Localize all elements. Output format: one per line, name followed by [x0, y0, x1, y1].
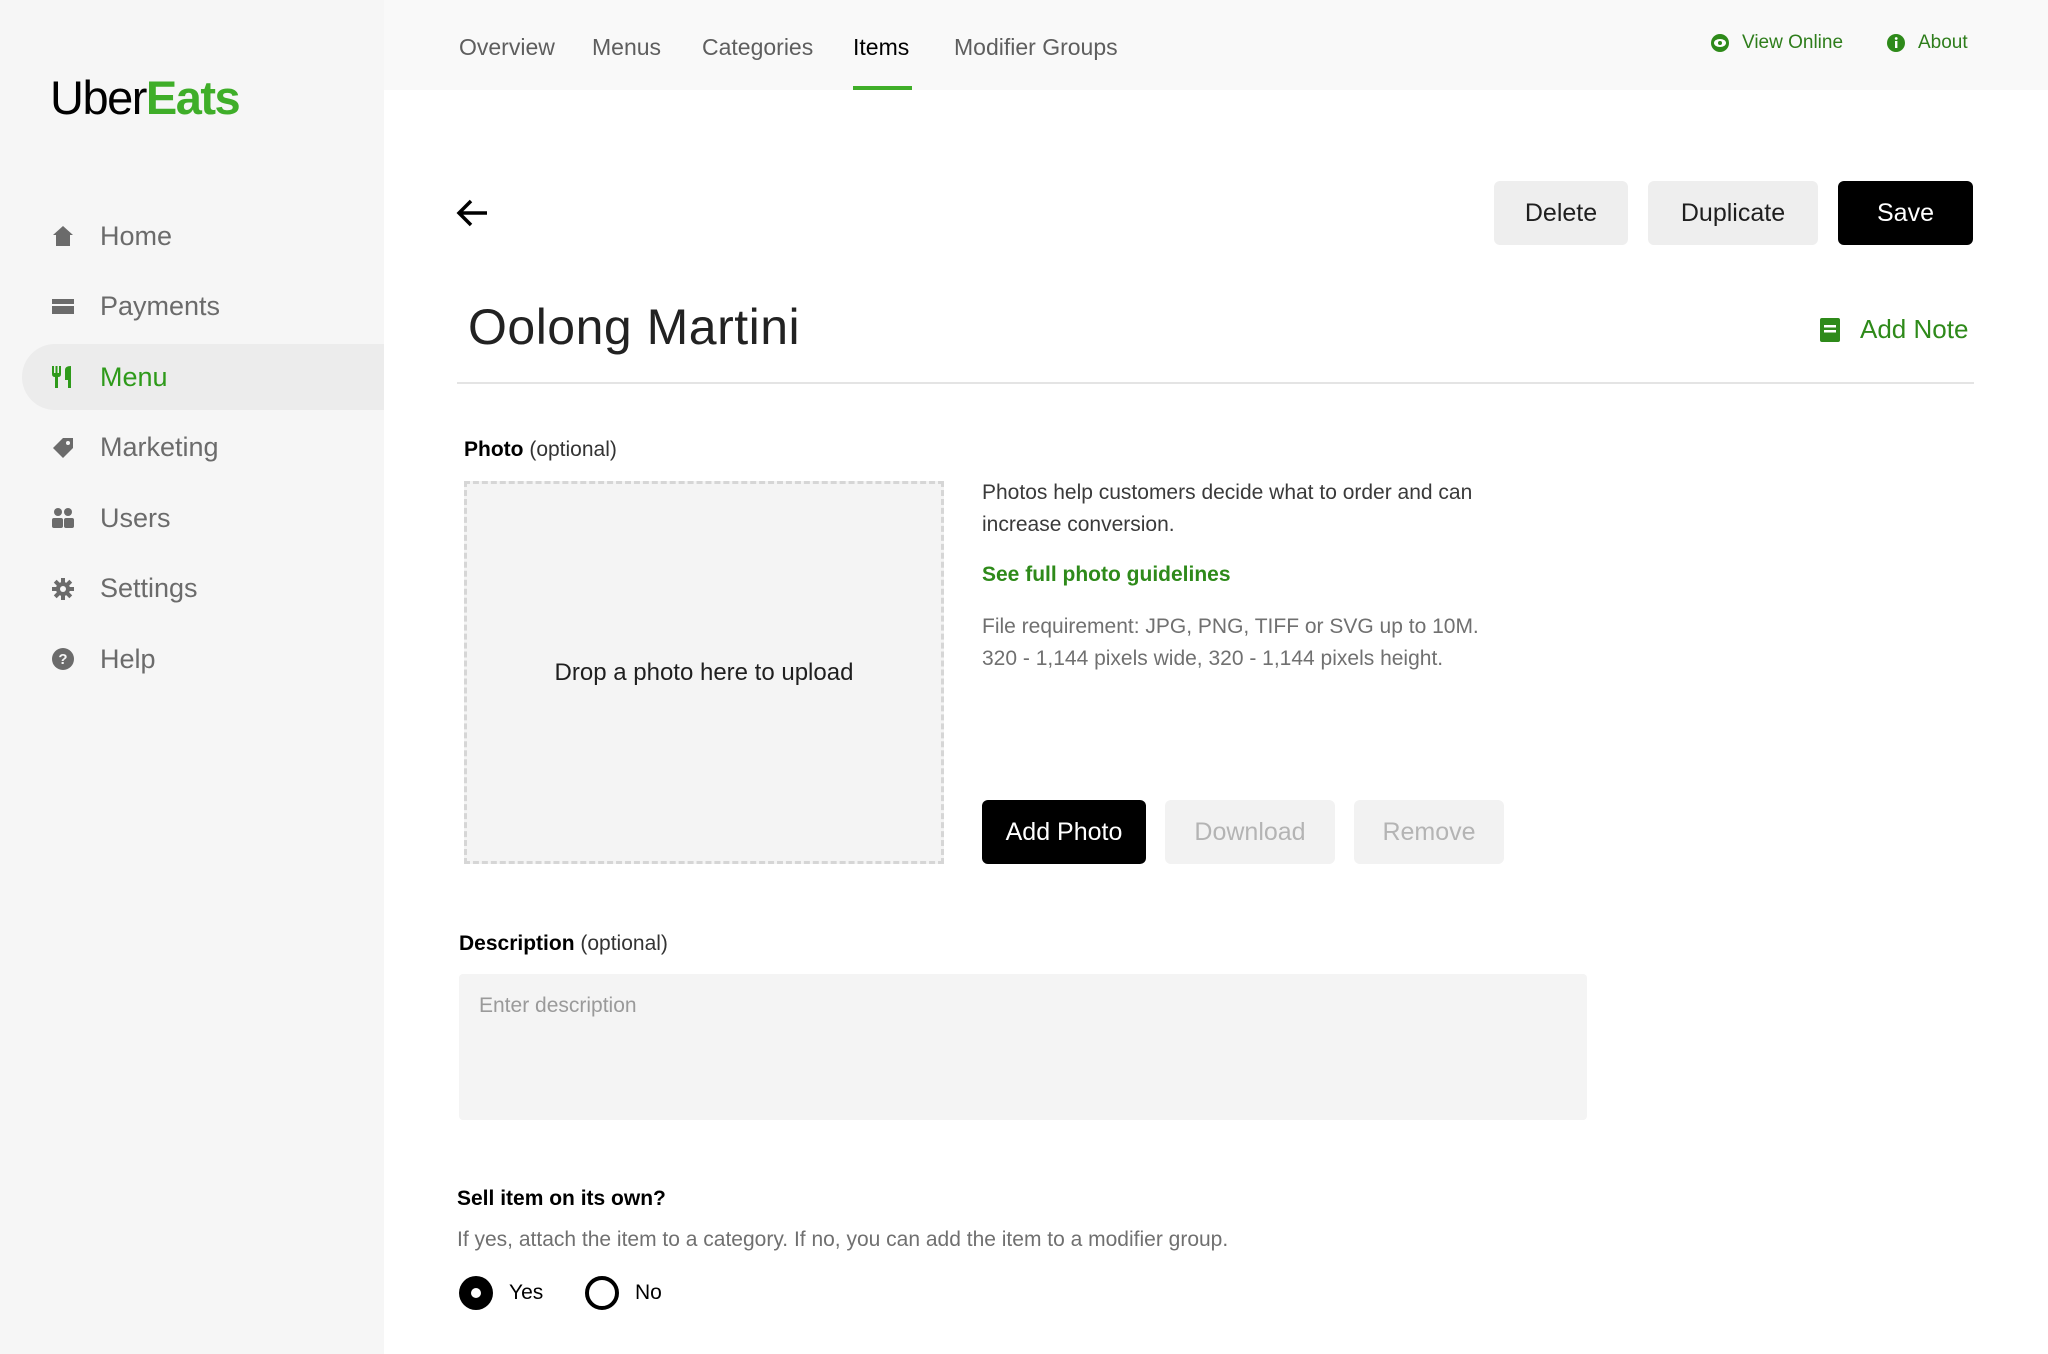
sidebar-item-label: Settings	[100, 573, 198, 603]
photo-optional: (optional)	[529, 438, 617, 461]
about-label: About	[1918, 32, 1968, 53]
file-requirements: File requirement: JPG, PNG, TIFF or SVG …	[982, 611, 1582, 675]
info-icon	[1886, 33, 1906, 53]
dropzone-text: Drop a photo here to upload	[554, 658, 854, 686]
about-link[interactable]: About	[1886, 32, 1968, 54]
home-icon	[50, 223, 76, 249]
sidebar-item-label: Marketing	[100, 432, 219, 462]
description-field[interactable]	[459, 974, 1587, 1120]
radio-no-label: No	[635, 1281, 662, 1304]
photo-label-text: Photo	[464, 438, 524, 461]
sidebar-item-menu[interactable]: Menu	[22, 344, 384, 410]
save-button[interactable]: Save	[1838, 181, 1973, 245]
back-arrow-icon[interactable]	[456, 198, 490, 228]
sidebar-item-label: Payments	[100, 291, 221, 321]
photo-label: Photo (optional)	[464, 438, 617, 462]
tab-categories[interactable]: Categories	[702, 34, 813, 61]
description-optional: (optional)	[580, 932, 668, 955]
uber-eats-logo[interactable]: UberEats	[50, 70, 241, 125]
add-photo-button[interactable]: Add Photo	[982, 800, 1146, 864]
item-title: Oolong Martini	[468, 299, 801, 355]
photo-help-text: Photos help customers decide what to ord…	[982, 477, 1582, 541]
sidebar-item-payments[interactable]: Payments	[22, 274, 384, 340]
card-icon	[50, 294, 76, 320]
file-req-line1: File requirement: JPG, PNG, TIFF or SVG …	[982, 615, 1479, 638]
view-online-link[interactable]: View Online	[1710, 32, 1843, 54]
duplicate-button[interactable]: Duplicate	[1648, 181, 1818, 245]
sell-label-text: Sell item on its own?	[457, 1187, 666, 1210]
remove-button[interactable]: Remove	[1354, 800, 1504, 864]
sidebar-item-users[interactable]: Users	[22, 485, 384, 551]
radio-yes[interactable]: Yes	[459, 1276, 543, 1310]
sidebar: UberEats Home Payments Menu Marketing Us…	[0, 0, 384, 1354]
download-button[interactable]: Download	[1165, 800, 1335, 864]
tag-icon	[50, 435, 76, 461]
sidebar-item-label: Home	[100, 220, 173, 251]
sidebar-item-label: Menu	[100, 361, 168, 392]
logo-uber: Uber	[50, 71, 147, 124]
delete-button[interactable]: Delete	[1494, 181, 1628, 245]
radio-no[interactable]: No	[585, 1276, 662, 1310]
photo-help-line1: Photos help customers decide what to ord…	[982, 481, 1473, 504]
sidebar-item-label: Users	[100, 502, 171, 533]
file-req-line2: 320 - 1,144 pixels wide, 320 - 1,144 pix…	[982, 647, 1444, 670]
description-label-text: Description	[459, 932, 575, 955]
sell-subtext: If yes, attach the item to a category. I…	[457, 1228, 1229, 1251]
help-icon: ?	[50, 646, 76, 672]
svg-text:?: ?	[58, 651, 67, 668]
tab-items[interactable]: Items	[853, 34, 909, 61]
photo-guidelines-link[interactable]: See full photo guidelines	[982, 563, 1231, 587]
tab-modifier-groups[interactable]: Modifier Groups	[954, 34, 1118, 61]
sidebar-item-settings[interactable]: Settings	[22, 556, 384, 622]
sell-label: Sell item on its own?	[457, 1187, 666, 1211]
tab-menus[interactable]: Menus	[592, 34, 661, 61]
sidebar-item-home[interactable]: Home	[22, 203, 384, 269]
logo-eats: Eats	[145, 71, 241, 124]
fork-knife-icon	[50, 364, 76, 390]
photo-help-line2: increase conversion.	[982, 513, 1175, 536]
radio-unchecked-icon	[585, 1276, 619, 1310]
photo-dropzone[interactable]: Drop a photo here to upload	[464, 481, 944, 864]
sidebar-item-help[interactable]: ? Help	[22, 626, 384, 692]
eye-icon	[1710, 33, 1730, 53]
radio-checked-icon	[459, 1276, 493, 1310]
sidebar-item-label: Help	[100, 643, 156, 674]
sidebar-nav: Home Payments Menu Marketing Users Setti…	[22, 203, 384, 697]
header-divider	[457, 382, 1974, 384]
users-icon	[50, 505, 76, 531]
sidebar-item-marketing[interactable]: Marketing	[22, 415, 384, 481]
gear-icon	[50, 576, 76, 602]
note-icon	[1820, 317, 1840, 342]
view-online-label: View Online	[1742, 32, 1844, 53]
description-label: Description (optional)	[459, 932, 668, 956]
active-tab-indicator	[853, 86, 912, 90]
add-note-button[interactable]: Add Note	[1820, 314, 1968, 345]
radio-yes-label: Yes	[509, 1281, 544, 1304]
add-note-label: Add Note	[1860, 314, 1969, 344]
tab-overview[interactable]: Overview	[459, 34, 555, 61]
